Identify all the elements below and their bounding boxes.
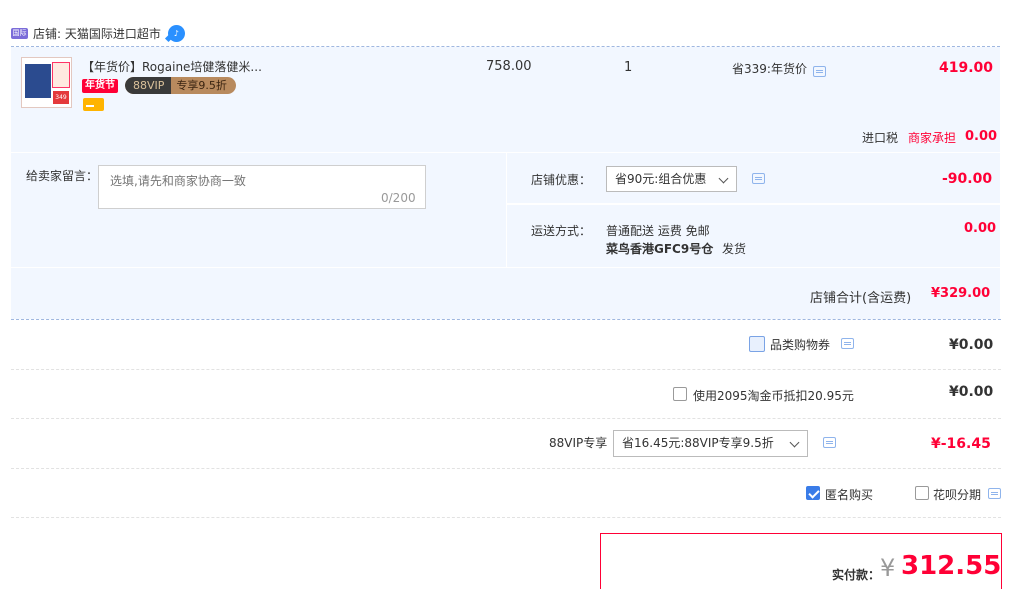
- vip-tag-label: 88VIP: [125, 77, 172, 94]
- chevron-down-icon: [718, 173, 729, 184]
- product-title[interactable]: 【年货价】Rogaine培健落健米...: [82, 58, 262, 75]
- anonymous-checkbox[interactable]: [806, 486, 820, 500]
- taojinbi-label: 使用2095淘金币抵扣20.95元: [693, 389, 854, 403]
- vip-discount-value: ¥-16.45: [931, 436, 991, 452]
- comment-icon[interactable]: [752, 173, 765, 184]
- shipping-send-text: 发货: [722, 242, 747, 256]
- payment-currency: ¥: [880, 554, 896, 582]
- store-discount-value: -90.00: [942, 171, 993, 187]
- payment-label: 实付款：: [832, 568, 881, 582]
- huabei-label: 花呗分期: [933, 488, 982, 502]
- saving-text: 省339:年货价: [732, 62, 807, 76]
- store-header: 国际 店铺: 天猫国际进口超市 ♪: [11, 22, 185, 44]
- quantity: 1: [624, 60, 633, 75]
- comment-icon[interactable]: [988, 488, 1001, 499]
- store-discount-select[interactable]: 省90元:组合优惠: [606, 166, 737, 192]
- store-subtotal-value: ¥329.00: [931, 286, 991, 301]
- comment-icon[interactable]: [813, 66, 826, 77]
- shipping-warehouse: 菜鸟香港GFC9号仓: [606, 242, 714, 256]
- message-label: 给卖家留言：: [26, 169, 99, 183]
- vip-discount-tag: 88VIP 专享9.5折: [125, 77, 236, 94]
- thumb-price-badge: 349: [53, 91, 69, 104]
- product-total: 419.00: [939, 60, 994, 76]
- shipping-value: 0.00: [964, 221, 997, 236]
- thumb-product-image: [25, 64, 51, 98]
- product-thumbnail[interactable]: 349: [21, 57, 72, 108]
- vip-discount-label: 88VIP专享: [549, 436, 608, 450]
- tax-merchant-bears: 商家承担: [908, 131, 957, 145]
- store-discount-selected: 省90元:组合优惠: [615, 172, 707, 186]
- shipping-label: 运送方式：: [531, 224, 592, 238]
- message-input[interactable]: [98, 165, 426, 209]
- payment-amount: 312.55: [901, 551, 1002, 581]
- divider: [11, 468, 1001, 469]
- store-subtotal-label: 店铺合计(含运费): [810, 291, 912, 306]
- comment-icon[interactable]: [841, 338, 854, 349]
- huabei-checkbox[interactable]: [915, 486, 929, 500]
- taojinbi-value: ¥0.00: [949, 384, 994, 400]
- festival-tag: 年货节: [82, 79, 118, 93]
- comment-icon[interactable]: [823, 437, 836, 448]
- message-char-count: 0/200: [381, 191, 416, 205]
- import-tax-label: 进口税: [862, 131, 899, 145]
- taojinbi-checkbox[interactable]: [673, 387, 687, 401]
- shipping-method: 普通配送 运费 免邮: [606, 224, 710, 238]
- chevron-down-icon: [789, 437, 800, 448]
- thumb-promo-tag: [52, 62, 70, 88]
- store-name[interactable]: 店铺: 天猫国际进口超市: [33, 25, 161, 42]
- import-tax-value: 0.00: [965, 129, 998, 144]
- wangwang-chat-icon[interactable]: ♪: [167, 24, 185, 42]
- vip-discount-selected: 省16.45元:88VIP专享9.5折: [622, 436, 774, 450]
- coupon-value: ¥0.00: [949, 337, 994, 353]
- divider: [11, 369, 1001, 370]
- unit-price: 758.00: [486, 59, 532, 74]
- divider: [11, 418, 1001, 419]
- divider: [11, 319, 1001, 320]
- credit-card-icon: [83, 98, 104, 111]
- store-discount-label: 店铺优惠：: [531, 173, 592, 187]
- tmall-global-icon: 国际: [11, 27, 28, 39]
- coupon-checkbox[interactable]: [749, 336, 765, 352]
- vip-discount-select[interactable]: 省16.45元:88VIP专享9.5折: [613, 430, 808, 457]
- vip-tag-discount: 专享9.5折: [176, 79, 227, 92]
- coupon-label: 品类购物券: [770, 338, 831, 352]
- anonymous-label: 匿名购买: [825, 488, 874, 502]
- divider: [11, 517, 1001, 518]
